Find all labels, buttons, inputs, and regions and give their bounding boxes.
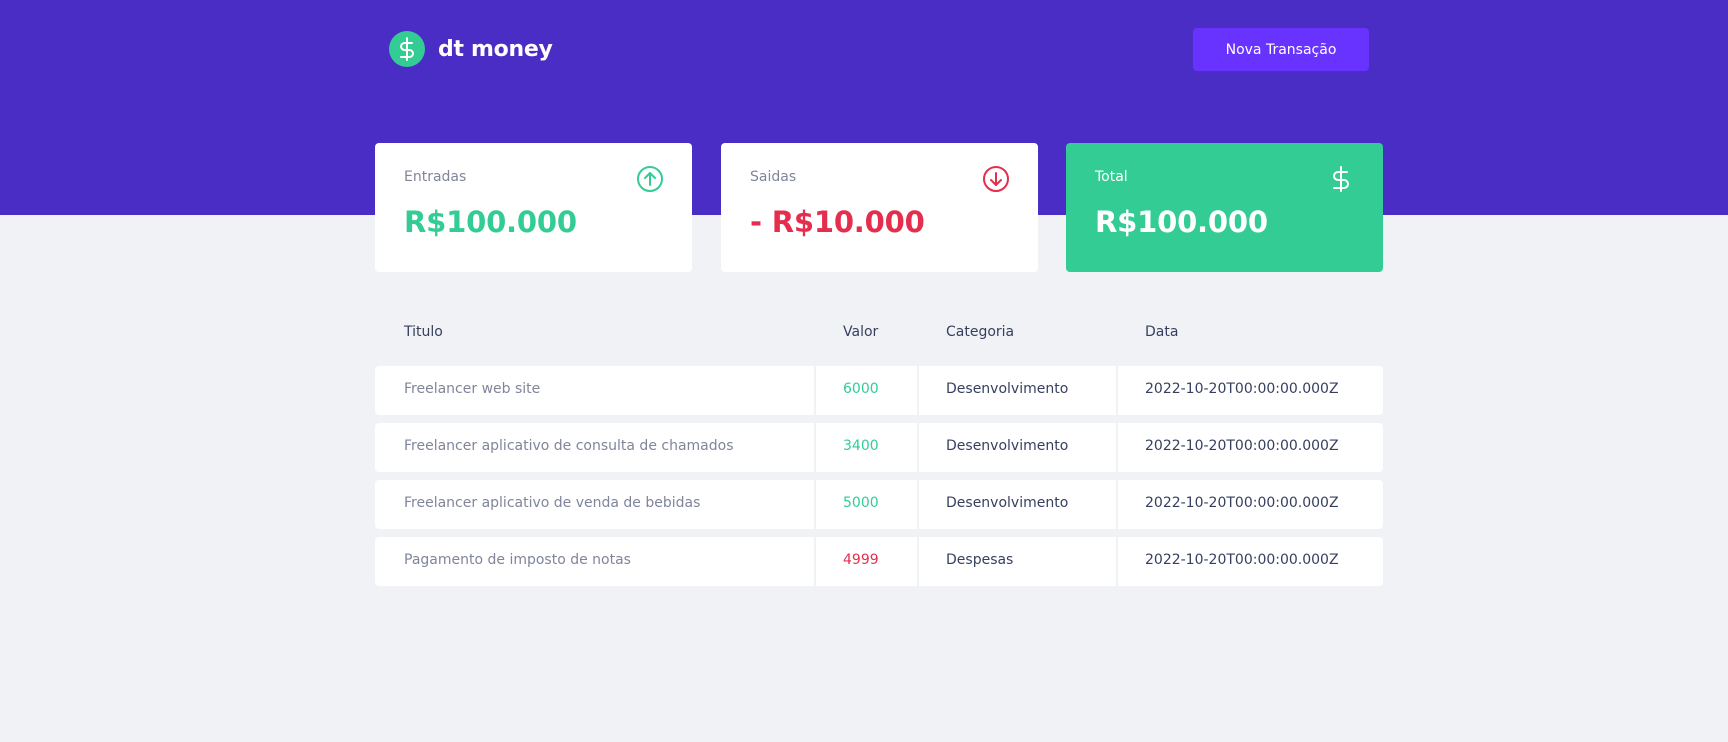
total-amount: R$100.000 (1095, 205, 1268, 239)
total-label: Total (1095, 169, 1128, 185)
table-row: Pagamento de imposto de notas 4999 Despe… (375, 537, 1383, 586)
income-amount: R$100.000 (404, 205, 577, 239)
logo: dt money (389, 31, 553, 67)
row-title: Freelancer aplicativo de venda de bebida… (404, 495, 701, 511)
header-value: Valor (843, 324, 879, 340)
income-label: Entradas (404, 169, 467, 185)
row-category: Desenvolvimento (946, 438, 1069, 454)
income-card: Entradas R$100.000 (375, 143, 692, 272)
row-date: 2022-10-20T00:00:00.000Z (1145, 552, 1339, 568)
arrow-up-circle-icon (637, 166, 663, 192)
outcome-amount: - R$10.000 (750, 205, 925, 239)
row-category: Despesas (946, 552, 1014, 568)
dollar-icon (389, 31, 425, 67)
row-value: 6000 (843, 381, 879, 397)
row-date: 2022-10-20T00:00:00.000Z (1145, 495, 1339, 511)
cell-divider (814, 366, 816, 415)
row-value: 4999 (843, 552, 879, 568)
total-card: Total R$100.000 (1066, 143, 1383, 272)
cell-divider (1116, 480, 1118, 529)
header-date: Data (1145, 324, 1179, 340)
row-category: Desenvolvimento (946, 495, 1069, 511)
cell-divider (814, 480, 816, 529)
cell-divider (1116, 366, 1118, 415)
cell-divider (917, 366, 919, 415)
outcome-label: Saidas (750, 169, 797, 185)
row-value: 5000 (843, 495, 879, 511)
row-title: Freelancer web site (404, 381, 541, 397)
table-header: Titulo Valor Categoria Data (375, 314, 1383, 366)
transactions-table: Titulo Valor Categoria Data Freelancer w… (375, 314, 1383, 594)
table-row: Freelancer aplicativo de consulta de cha… (375, 423, 1383, 472)
row-value: 3400 (843, 438, 879, 454)
arrow-down-circle-icon (983, 166, 1009, 192)
row-date: 2022-10-20T00:00:00.000Z (1145, 381, 1339, 397)
cell-divider (814, 537, 816, 586)
cell-divider (917, 537, 919, 586)
row-title: Pagamento de imposto de notas (404, 552, 631, 568)
row-title: Freelancer aplicativo de consulta de cha… (404, 438, 734, 454)
table-row: Freelancer web site 6000 Desenvolvimento… (375, 366, 1383, 415)
cell-divider (917, 423, 919, 472)
logo-text: dt money (438, 36, 553, 62)
row-category: Desenvolvimento (946, 381, 1069, 397)
cell-divider (917, 480, 919, 529)
outcome-card: Saidas - R$10.000 (721, 143, 1038, 272)
new-transaction-button[interactable]: Nova Transação (1193, 28, 1369, 71)
cell-divider (814, 423, 816, 472)
dollar-icon (1333, 166, 1349, 192)
summary-cards: Entradas R$100.000 Saidas - R$10.000 Tot… (375, 143, 1383, 272)
table-row: Freelancer aplicativo de venda de bebida… (375, 480, 1383, 529)
cell-divider (1116, 537, 1118, 586)
header-category: Categoria (946, 324, 1015, 340)
row-date: 2022-10-20T00:00:00.000Z (1145, 438, 1339, 454)
header-title: Titulo (404, 324, 443, 340)
cell-divider (1116, 423, 1118, 472)
